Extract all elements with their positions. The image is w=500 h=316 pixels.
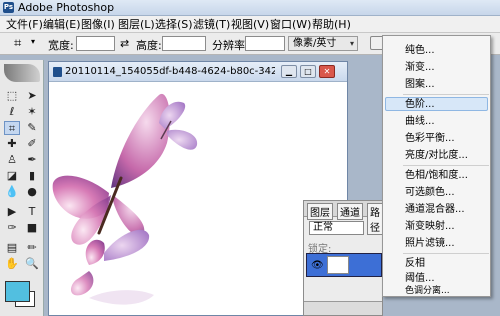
pen-tool-icon[interactable]: ✑ xyxy=(4,221,20,235)
resolution-unit-select[interactable]: 像素/英寸 ▾ xyxy=(288,36,358,51)
brush-tool-icon[interactable]: ✐ xyxy=(24,137,40,151)
layers-tabs: 图层 通道 路径 xyxy=(304,201,384,235)
zoom-tool-icon[interactable]: 🔍 xyxy=(24,257,40,271)
marquee-tool-icon[interactable]: ⬚ xyxy=(4,89,20,103)
menu-item-curves[interactable]: 曲线... xyxy=(405,115,435,128)
swap-icon[interactable]: ⇄ xyxy=(120,37,129,50)
blur-tool-icon[interactable]: 💧 xyxy=(4,185,20,199)
tab-layers[interactable]: 图层 xyxy=(307,203,333,220)
resolution-field[interactable] xyxy=(245,36,285,51)
height-label: 高度: xyxy=(136,39,162,52)
gradient-tool-icon[interactable]: ▮ xyxy=(24,169,40,183)
menu-highlight xyxy=(385,97,488,111)
feather-logo-icon xyxy=(4,64,40,82)
menu-item-photo-filter[interactable]: 照片滤镜... xyxy=(405,237,455,250)
crop-tool-icon[interactable]: ⌗ xyxy=(4,121,20,135)
menu-item-solid-color[interactable]: 纯色... xyxy=(405,44,435,57)
menu-help[interactable]: 帮助(H) xyxy=(310,17,353,32)
document-icon xyxy=(53,67,62,77)
menu-window[interactable]: 窗口(W) xyxy=(268,17,313,32)
eraser-tool-icon[interactable]: ◪ xyxy=(4,169,20,183)
layer-thumbnail xyxy=(327,256,349,274)
menu-item-threshold[interactable]: 阈值... xyxy=(405,272,435,285)
width-label: 宽度: xyxy=(48,39,74,52)
menu-item-gradient[interactable]: 渐变... xyxy=(405,61,435,74)
menu-item-invert[interactable]: 反相 xyxy=(405,257,425,270)
lasso-tool-icon[interactable]: ℓ xyxy=(4,105,20,119)
menu-select[interactable]: 选择(S) xyxy=(153,17,195,32)
width-field[interactable] xyxy=(76,36,115,51)
chevron-down-icon[interactable]: ▾ xyxy=(31,37,35,46)
eye-icon[interactable]: 👁 xyxy=(311,260,324,271)
clone-stamp-icon[interactable]: ♙ xyxy=(4,153,20,167)
menu-item-channel-mixer[interactable]: 通道混合器... xyxy=(405,203,465,216)
menu-view[interactable]: 视图(V) xyxy=(229,17,271,32)
eyedropper-icon[interactable]: ✏ xyxy=(24,241,40,255)
shape-tool-icon[interactable]: ■ xyxy=(24,221,40,235)
layers-panel: 图层 通道 路径 正常 锁定: 👁 xyxy=(303,200,384,316)
menu-bar: 文件(F) 编辑(E) 图像(I) 图层(L) 选择(S) 滤镜(T) 视图(V… xyxy=(0,16,500,33)
menu-edit[interactable]: 编辑(E) xyxy=(41,17,83,32)
hand-tool-icon[interactable]: ✋ xyxy=(4,257,20,271)
notes-tool-icon[interactable]: ▤ xyxy=(4,241,20,255)
dodge-tool-icon[interactable]: ● xyxy=(24,185,40,199)
menu-separator xyxy=(403,253,489,254)
magic-wand-icon[interactable]: ✶ xyxy=(24,105,40,119)
app-titlebar: Ps Adobe Photoshop xyxy=(0,0,500,16)
slice-tool-icon[interactable]: ✎ xyxy=(24,121,40,135)
foreground-color-swatch[interactable] xyxy=(5,281,30,302)
blend-mode-select[interactable]: 正常 xyxy=(309,221,364,235)
menu-item-color-balance[interactable]: 色彩平衡... xyxy=(405,132,455,145)
unit-value: 像素/英寸 xyxy=(293,38,337,49)
layers-footer xyxy=(304,301,382,315)
menu-image[interactable]: 图像(I) xyxy=(79,17,117,32)
height-field[interactable] xyxy=(162,36,206,51)
menu-item-gradient-map[interactable]: 渐变映射... xyxy=(405,220,455,233)
resolution-label: 分辨率: xyxy=(212,39,249,52)
toolbox: ⬚ ➤ ℓ ✶ ⌗ ✎ ✚ ✐ ♙ ✒ ◪ ▮ 💧 ● ▶ T ✑ ■ ▤ ✏ … xyxy=(0,60,44,316)
menu-layer[interactable]: 图层(L) xyxy=(116,17,157,32)
minimize-button[interactable]: ▁ xyxy=(281,65,297,78)
menu-separator xyxy=(403,94,489,95)
menu-item-levels[interactable]: 色阶... xyxy=(405,98,435,111)
move-tool-icon[interactable]: ➤ xyxy=(24,89,40,103)
path-selection-icon[interactable]: ▶ xyxy=(4,205,20,219)
menu-item-hue-saturation[interactable]: 色相/饱和度... xyxy=(405,169,468,182)
close-button[interactable]: ✕ xyxy=(319,65,335,78)
menu-item-selective-color[interactable]: 可选颜色... xyxy=(405,186,455,199)
crop-tool-icon[interactable]: ⌗ xyxy=(14,36,21,51)
layer-row[interactable]: 👁 xyxy=(306,253,382,277)
menu-file[interactable]: 文件(F) xyxy=(4,17,45,32)
tab-channels[interactable]: 通道 xyxy=(337,203,363,220)
menu-item-brightness-contrast[interactable]: 亮度/对比度... xyxy=(405,149,468,162)
document-title: 20110114_154055df-b448-4624-b80c-342026a… xyxy=(65,66,275,77)
chevron-down-icon: ▾ xyxy=(349,39,354,48)
photoshop-logo-icon: Ps xyxy=(3,2,14,13)
app-title: Adobe Photoshop xyxy=(18,1,115,14)
history-brush-icon[interactable]: ✒ xyxy=(24,153,40,167)
document-titlebar[interactable]: 20110114_154055df-b448-4624-b80c-342026a… xyxy=(49,62,347,82)
adjustment-menu: 纯色... 渐变... 图案... 色阶... 曲线... 色彩平衡... 亮度… xyxy=(382,35,491,297)
menu-item-pattern[interactable]: 图案... xyxy=(405,78,435,91)
menu-separator xyxy=(403,165,489,166)
healing-brush-icon[interactable]: ✚ xyxy=(4,137,20,151)
menu-filter[interactable]: 滤镜(T) xyxy=(191,17,232,32)
maximize-button[interactable]: □ xyxy=(300,65,316,78)
type-tool-icon[interactable]: T xyxy=(24,205,40,219)
menu-item-posterize[interactable]: 色调分离... xyxy=(405,285,450,298)
